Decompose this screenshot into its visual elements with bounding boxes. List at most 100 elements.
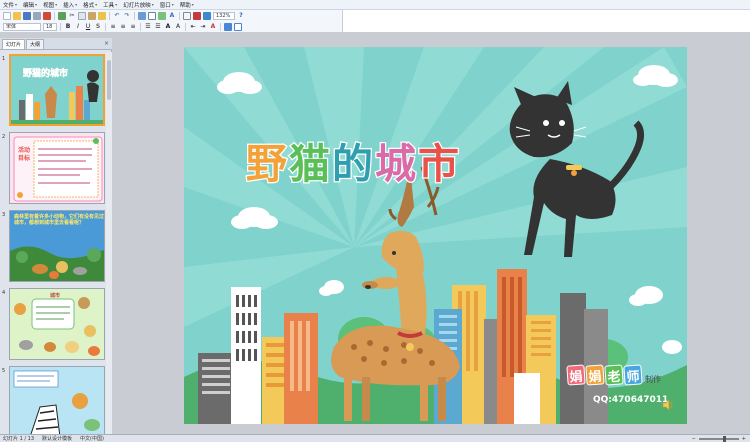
standard-toolbar: ✂ ↶ ↷ A 132% ? — [0, 10, 342, 21]
save-icon[interactable] — [23, 11, 31, 20]
menu-label: 文件 — [3, 2, 15, 9]
help-menu[interactable]: 帮助 ▾ — [180, 1, 194, 9]
spellcheck-icon[interactable] — [58, 11, 66, 20]
zoom-slider[interactable] — [698, 436, 739, 442]
wordart-icon[interactable]: A — [168, 12, 176, 20]
slide-thumbnail[interactable]: 森林里有着许多小动物，它们有没有见过城市，都想到城市里去看看呢？ — [9, 210, 105, 282]
help-icon[interactable]: ? — [237, 12, 245, 20]
title-char: 猫 — [288, 139, 332, 190]
slide-title[interactable]: 野猫的城市 — [245, 130, 461, 190]
status-zoom: − + — [692, 435, 746, 442]
panel-scrollbar[interactable] — [106, 52, 112, 440]
bold-icon[interactable]: B — [64, 23, 72, 31]
toolbar-edge — [342, 10, 343, 32]
open-folder-icon[interactable] — [13, 11, 21, 20]
slide-thumbnail-row[interactable]: 3 森林里有着许多小动物，它们有没有见过城市，都想到城市里去看看呢？ — [0, 210, 112, 282]
font-color-icon[interactable]: A — [209, 23, 217, 31]
zoom-out-icon[interactable]: − — [692, 436, 696, 442]
slide-number: 5 — [2, 368, 6, 374]
tab-slides[interactable]: 幻灯片 — [2, 39, 26, 49]
font-size-select[interactable]: 18 — [43, 22, 57, 31]
slide-thumbnail-image — [13, 136, 103, 202]
brand-char: 娟 — [585, 364, 605, 386]
slide-thumbnail-image — [10, 367, 104, 437]
font-size-value: 18 — [46, 23, 53, 30]
font-name-select[interactable]: 宋体 — [3, 22, 41, 31]
title-char: 的 — [331, 139, 375, 190]
slide-thumbnail[interactable]: 城市 — [9, 288, 105, 360]
slide-thumbnail[interactable]: 活动目标 — [9, 132, 105, 204]
insert-table-icon[interactable] — [148, 11, 156, 20]
slides-panel: 幻灯片 大纲 × 1 野猫的城市 2 活动目标 3 森林里有着许多小动物，它们有… — [0, 38, 112, 440]
chevron-down-icon: ▾ — [75, 2, 78, 7]
chevron-down-icon: ▾ — [95, 2, 98, 7]
chevron-down-icon: ▾ — [15, 2, 18, 7]
chevron-down-icon: ▾ — [55, 2, 58, 7]
scrollbar-thumb[interactable] — [107, 60, 111, 100]
decrease-indent-icon[interactable]: ⇤ — [189, 23, 197, 31]
zoom-knob[interactable] — [722, 436, 726, 442]
increase-indent-icon[interactable]: ⇥ — [199, 23, 207, 31]
align-right-icon[interactable]: ≡ — [129, 23, 137, 31]
view-menu[interactable]: 视图 ▾ — [43, 1, 57, 9]
toolbar-divider — [109, 11, 110, 20]
menu-bar: 文件 ▾ 编辑 ▾ 视图 ▾ 插入 ▾ 格式 ▾ 工具 ▾ 幻灯片放映 ▾ 窗口 ▾ 帮助 ▾ — [0, 0, 750, 10]
grid-icon[interactable] — [183, 11, 191, 20]
slide-thumbnail[interactable] — [9, 366, 105, 438]
chevron-down-icon: ▾ — [35, 2, 38, 7]
brand-char: 老 — [604, 364, 624, 386]
slide-number: 2 — [2, 134, 6, 140]
print-preview-icon[interactable] — [43, 11, 51, 20]
zoom-in-icon[interactable]: + — [742, 436, 746, 442]
numbered-list-icon[interactable]: ☰ — [144, 23, 152, 31]
slideshow-menu[interactable]: 幻灯片放映 ▾ — [123, 1, 154, 9]
copy-icon[interactable] — [78, 11, 86, 20]
color-icon[interactable] — [193, 11, 201, 20]
zoom-select[interactable]: 132% — [213, 11, 235, 20]
design-icon[interactable] — [224, 22, 232, 31]
tab-outline[interactable]: 大纲 — [26, 39, 45, 49]
paste-icon[interactable] — [88, 11, 96, 20]
underline-icon[interactable]: U — [84, 23, 92, 31]
slide-thumbnail-row[interactable]: 5 — [0, 366, 112, 438]
undo-icon[interactable]: ↶ — [113, 12, 121, 20]
align-left-icon[interactable]: ≡ — [109, 23, 117, 31]
print-icon[interactable] — [33, 11, 41, 20]
slide-thumbnail-title: 活动目标 — [18, 147, 31, 162]
toolbar-divider — [54, 11, 55, 20]
italic-icon[interactable]: I — [74, 23, 82, 31]
increase-font-icon[interactable]: A — [164, 23, 172, 31]
speaker-icon[interactable] — [661, 398, 675, 412]
insert-menu[interactable]: 插入 ▾ — [63, 1, 77, 9]
brand-char: 娟 — [566, 364, 586, 386]
align-center-icon[interactable]: ≡ — [119, 23, 127, 31]
insert-chart-icon[interactable] — [138, 11, 146, 20]
slide-thumbnail-title: 森林里有着许多小动物，它们有没有见过城市，都想到城市里去看看呢？ — [14, 214, 105, 226]
author-brand: 娟 娟 老 师 制作 QQ:470647011 — [566, 364, 668, 405]
slide-canvas[interactable]: 野猫的城市 娟 娟 老 师 制作 QQ:470647011 — [184, 47, 687, 424]
cut-icon[interactable]: ✂ — [68, 12, 76, 20]
format-menu[interactable]: 格式 ▾ — [83, 1, 97, 9]
expand-icon[interactable] — [203, 11, 211, 20]
decrease-font-icon[interactable]: A — [174, 23, 182, 31]
slide-thumbnail-row[interactable]: 2 活动目标 — [0, 132, 112, 204]
bullet-list-icon[interactable]: ☰ — [154, 23, 162, 31]
slide-thumbnail[interactable]: 野猫的城市 — [9, 54, 105, 126]
redo-icon[interactable]: ↷ — [123, 12, 131, 20]
edit-menu[interactable]: 编辑 ▾ — [23, 1, 37, 9]
new-slide-icon[interactable] — [234, 22, 242, 31]
window-menu[interactable]: 窗口 ▾ — [160, 1, 174, 9]
slide-thumbnail-row[interactable]: 4 城市 — [0, 288, 112, 360]
slide-thumbnail-image — [10, 289, 104, 359]
format-painter-icon[interactable] — [98, 11, 106, 20]
insert-picture-icon[interactable] — [158, 11, 166, 20]
file-menu[interactable]: 文件 ▾ — [3, 1, 17, 9]
slide-thumbnail-row[interactable]: 1 野猫的城市 — [0, 54, 112, 126]
slide-number: 4 — [2, 290, 6, 296]
toolbar-divider — [179, 11, 180, 20]
close-icon[interactable]: × — [104, 40, 109, 47]
tools-menu[interactable]: 工具 ▾ — [103, 1, 117, 9]
shadow-icon[interactable]: S — [94, 23, 102, 31]
toolbar-divider — [105, 22, 106, 31]
new-file-icon[interactable] — [3, 11, 11, 20]
